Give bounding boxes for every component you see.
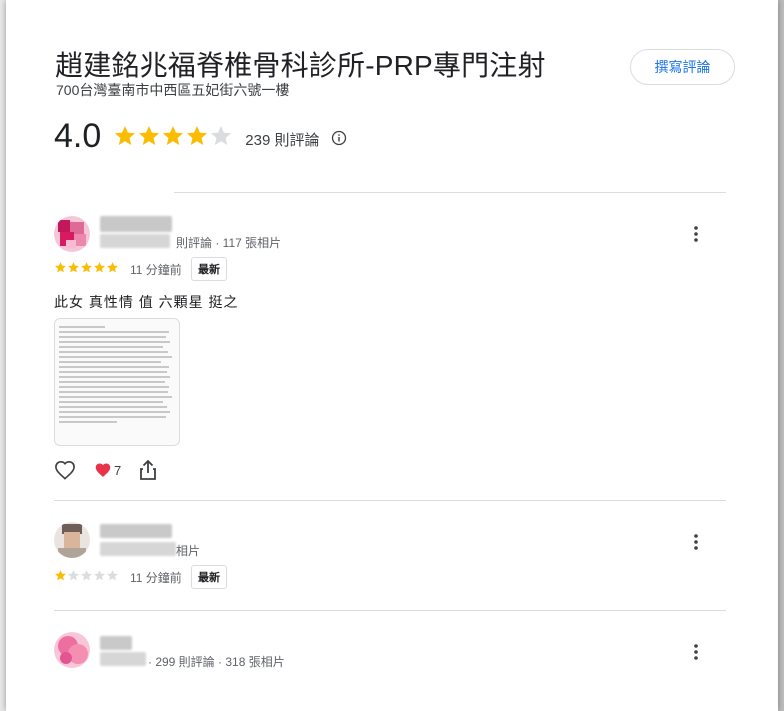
review-stars xyxy=(54,261,119,274)
rating-value: 4.0 xyxy=(54,116,102,155)
reviewer-meta: 則評論 · 117 張相片 xyxy=(176,236,282,250)
star-icon xyxy=(163,126,184,145)
reviews-dialog: 趙建銘兆福脊椎骨科診所-PRP專門注射 700台灣臺南市中西區五妃街六號一樓 撰… xyxy=(6,0,778,711)
star-icon xyxy=(68,262,79,273)
review-item: · 299 則評論 · 318 張相片 xyxy=(54,632,726,692)
place-address: 700台灣臺南市中西區五妃街六號一樓 xyxy=(56,82,290,98)
divider xyxy=(54,500,726,501)
review-time: 11 分鐘前 xyxy=(130,263,182,277)
star-icon xyxy=(115,126,136,145)
star-icon xyxy=(187,126,208,145)
write-review-button[interactable]: 撰寫評論 xyxy=(630,49,735,85)
reaction-button[interactable]: 7 xyxy=(94,462,121,478)
star-icon xyxy=(94,262,105,273)
star-icon xyxy=(55,570,66,581)
star-icon xyxy=(81,262,92,273)
divider xyxy=(54,610,726,611)
reviewer-name-blurred[interactable] xyxy=(100,636,132,650)
reviewer-name-blurred[interactable] xyxy=(100,216,172,232)
review-time: 11 分鐘前 xyxy=(130,571,182,585)
reviewer-subtitle-blurred xyxy=(100,542,176,556)
avatar[interactable] xyxy=(54,522,90,558)
heart-outline-icon xyxy=(55,460,75,480)
share-button[interactable] xyxy=(139,460,157,480)
review-text: 此女 真性情 值 六顆星 挺之 xyxy=(54,294,239,310)
star-icon xyxy=(81,570,92,581)
rating-stars xyxy=(113,124,233,148)
reviewer-subtitle-blurred xyxy=(100,652,146,666)
review-stars xyxy=(54,569,119,582)
star-icon xyxy=(107,570,118,581)
star-icon xyxy=(55,262,66,273)
review-item: 則評論 · 117 張相片 11 分鐘前 最新 此女 真性情 值 六顆星 挺之 xyxy=(54,214,726,494)
reviewer-name-blurred[interactable] xyxy=(100,524,172,538)
avatar[interactable] xyxy=(54,216,90,252)
reaction-count: 7 xyxy=(114,462,122,478)
star-icon xyxy=(211,126,232,145)
reviewer-meta: · 299 則評論 · 318 張相片 xyxy=(148,655,285,669)
star-icon xyxy=(139,126,160,145)
like-button[interactable] xyxy=(54,460,76,480)
more-options-icon[interactable] xyxy=(684,640,708,664)
share-icon xyxy=(140,460,157,480)
divider xyxy=(174,192,726,193)
more-options-icon[interactable] xyxy=(684,222,708,246)
review-actions: 7 xyxy=(54,460,175,480)
review-count[interactable]: 239 則評論 xyxy=(245,129,319,150)
reviewer-meta: 相片 xyxy=(176,544,201,558)
newest-badge: 最新 xyxy=(191,565,227,589)
star-icon xyxy=(94,570,105,581)
review-photo[interactable] xyxy=(54,318,180,446)
avatar[interactable] xyxy=(54,632,90,668)
star-icon xyxy=(107,262,118,273)
info-icon[interactable] xyxy=(331,130,347,146)
place-title: 趙建銘兆福脊椎骨科診所-PRP專門注射 xyxy=(55,50,546,81)
rating-summary: 4.0 239 則評論 xyxy=(54,116,347,156)
reviewer-subtitle-blurred xyxy=(100,234,170,248)
heart-icon xyxy=(95,463,111,477)
review-item: 相片 11 分鐘前 最新 xyxy=(54,520,726,600)
newest-badge: 最新 xyxy=(191,257,227,281)
more-options-icon[interactable] xyxy=(684,530,708,554)
star-icon xyxy=(68,570,79,581)
